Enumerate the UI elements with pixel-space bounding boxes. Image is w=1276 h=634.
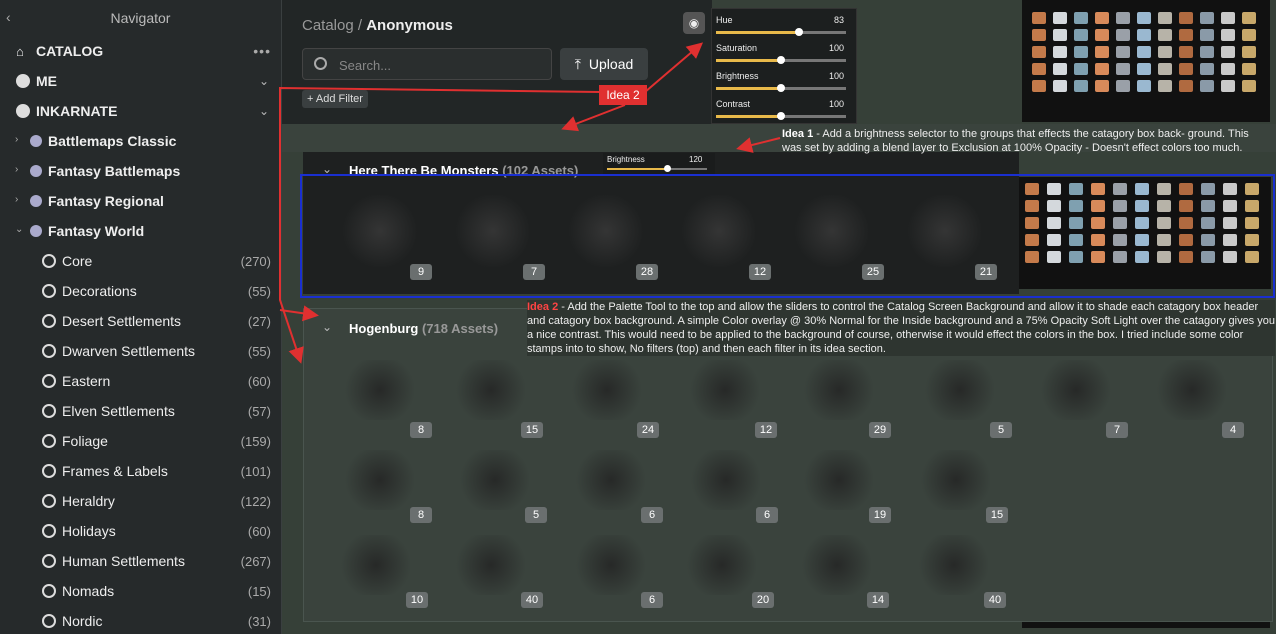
annotation-arrows — [279, 42, 781, 364]
app-window: ‹ Navigator ⌂ CATALOG ••• ME ⌄ INKARNATE… — [0, 0, 1276, 634]
idea2-arrow-down — [561, 104, 626, 132]
idea2-arrow-palette — [644, 42, 704, 93]
idea1-arrow — [736, 137, 781, 153]
idea2-arrow-left — [279, 86, 601, 364]
